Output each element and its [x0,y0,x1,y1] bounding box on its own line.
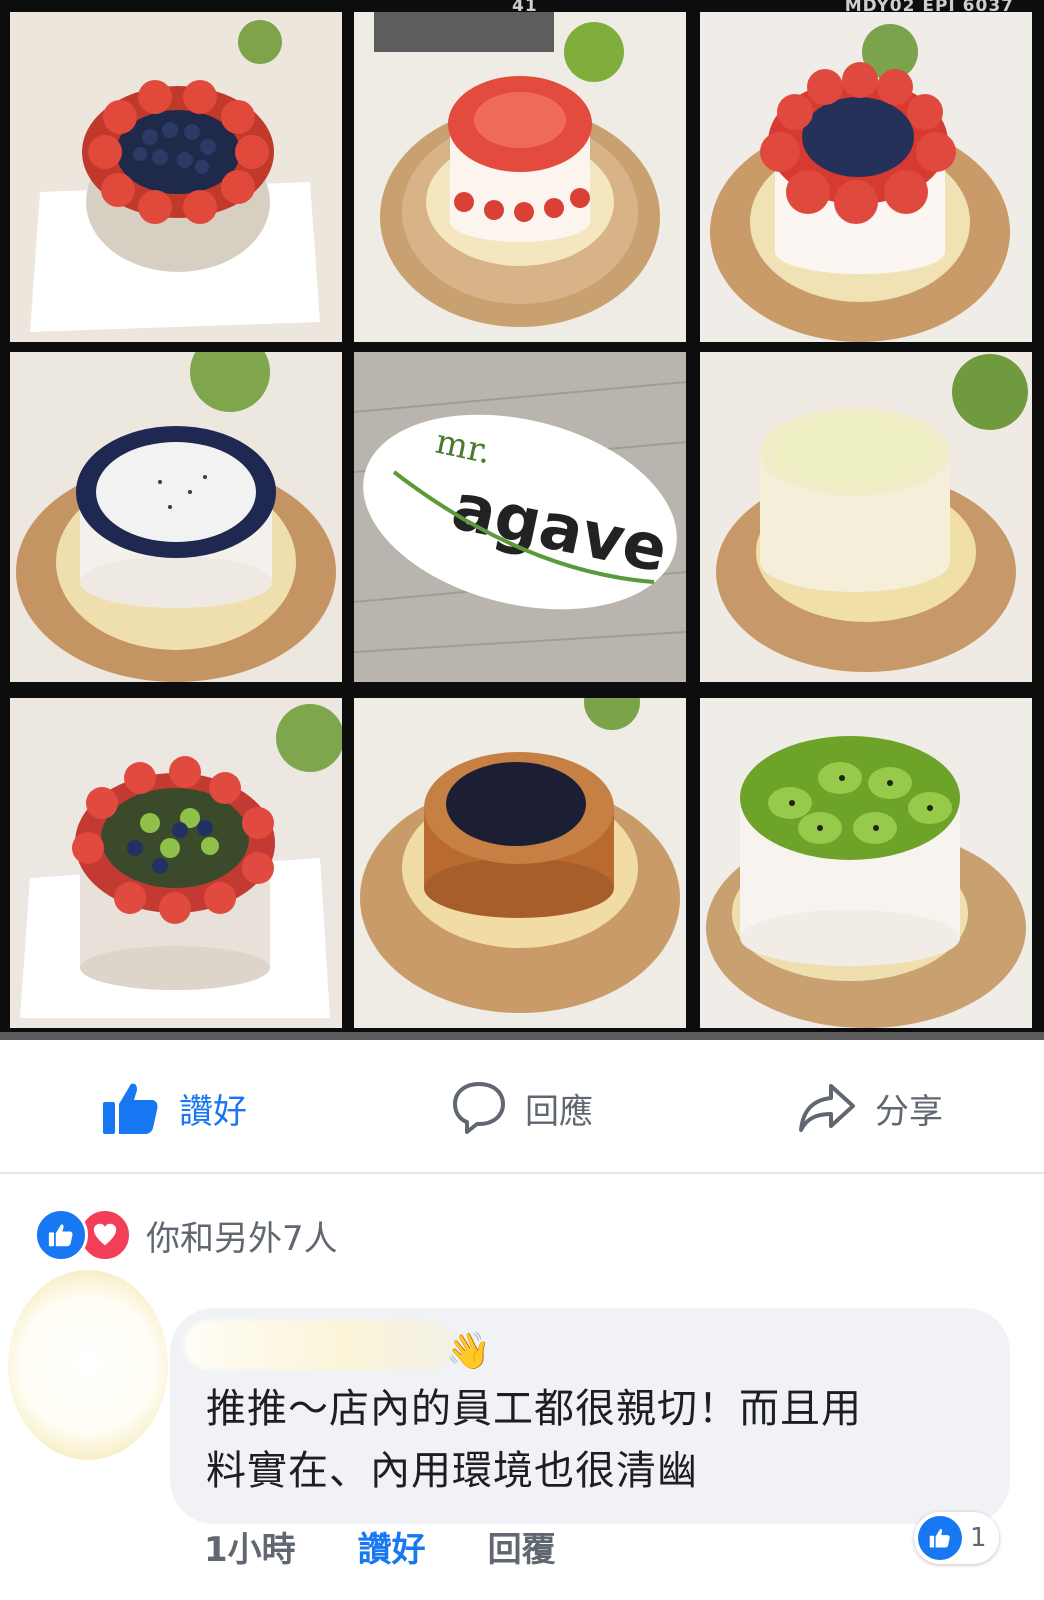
cake-photo-blueberry-cheesecake[interactable] [354,698,686,1028]
cake-photo-mixed-fruit[interactable] [10,698,342,1028]
cake-photo-strawberry-blueberry[interactable] [10,12,342,342]
collage-bottom-edge [0,1032,1044,1040]
cake-photo-strawberry-fraisier[interactable] [354,12,686,342]
share-arrow-icon [799,1084,855,1132]
comment-like-count: 1 [970,1523,987,1553]
comment-button[interactable]: 回應 [348,1080,696,1136]
post-photo-collage[interactable]: 41 MDY02 EPI 6037 mr. agave [0,0,1044,1040]
cake-photo-strawberry-blueberry-tall[interactable] [700,12,1032,342]
comment-text-line-1: 推推～店內的員工都很親切！而且用 [206,1386,862,1432]
comment-text-line-2: 料實在、內用環境也很清幽 [206,1448,698,1494]
post-action-bar: 讚好 回應 分享 [0,1044,1044,1172]
thumbs-up-icon [918,1516,962,1560]
reaction-summary[interactable]: 你和另外7人 [34,1208,338,1262]
action-divider [0,1172,1044,1174]
comment-text: 推推～店內的員工都很親切！而且用 料實在、內用環境也很清幽 [206,1378,976,1502]
like-button[interactable]: 讚好 [0,1080,348,1136]
comment-button-label: 回應 [525,1091,593,1132]
share-button-label: 分享 [875,1091,943,1132]
like-reaction-icon [34,1208,88,1262]
share-button[interactable]: 分享 [696,1080,1044,1136]
like-button-label: 讚好 [179,1091,247,1132]
wave-emoji-icon: 👋 [446,1331,491,1372]
comment-timestamp[interactable]: 1小時 [204,1522,296,1571]
speech-bubble-icon [453,1082,505,1134]
cake-photo-kiwi[interactable] [700,698,1032,1028]
commenter-name-redacted[interactable] [184,1320,454,1370]
comment-reply-link[interactable]: 回覆 [488,1522,556,1571]
comment-like-count-badge[interactable]: 1 [914,1512,999,1564]
mr-agave-logo-photo[interactable]: mr. agave [354,352,686,682]
cake-photo-blueberry-ring[interactable] [10,352,342,682]
reaction-summary-text: 你和另外7人 [146,1218,338,1259]
comment-meta: 1小時 讚好 回覆 [204,1522,556,1571]
cake-photo-lemon-mousse[interactable] [700,352,1032,682]
comment-like-link[interactable]: 讚好 [358,1522,426,1571]
thumbs-up-icon [103,1083,158,1134]
commenter-avatar[interactable] [8,1270,168,1460]
